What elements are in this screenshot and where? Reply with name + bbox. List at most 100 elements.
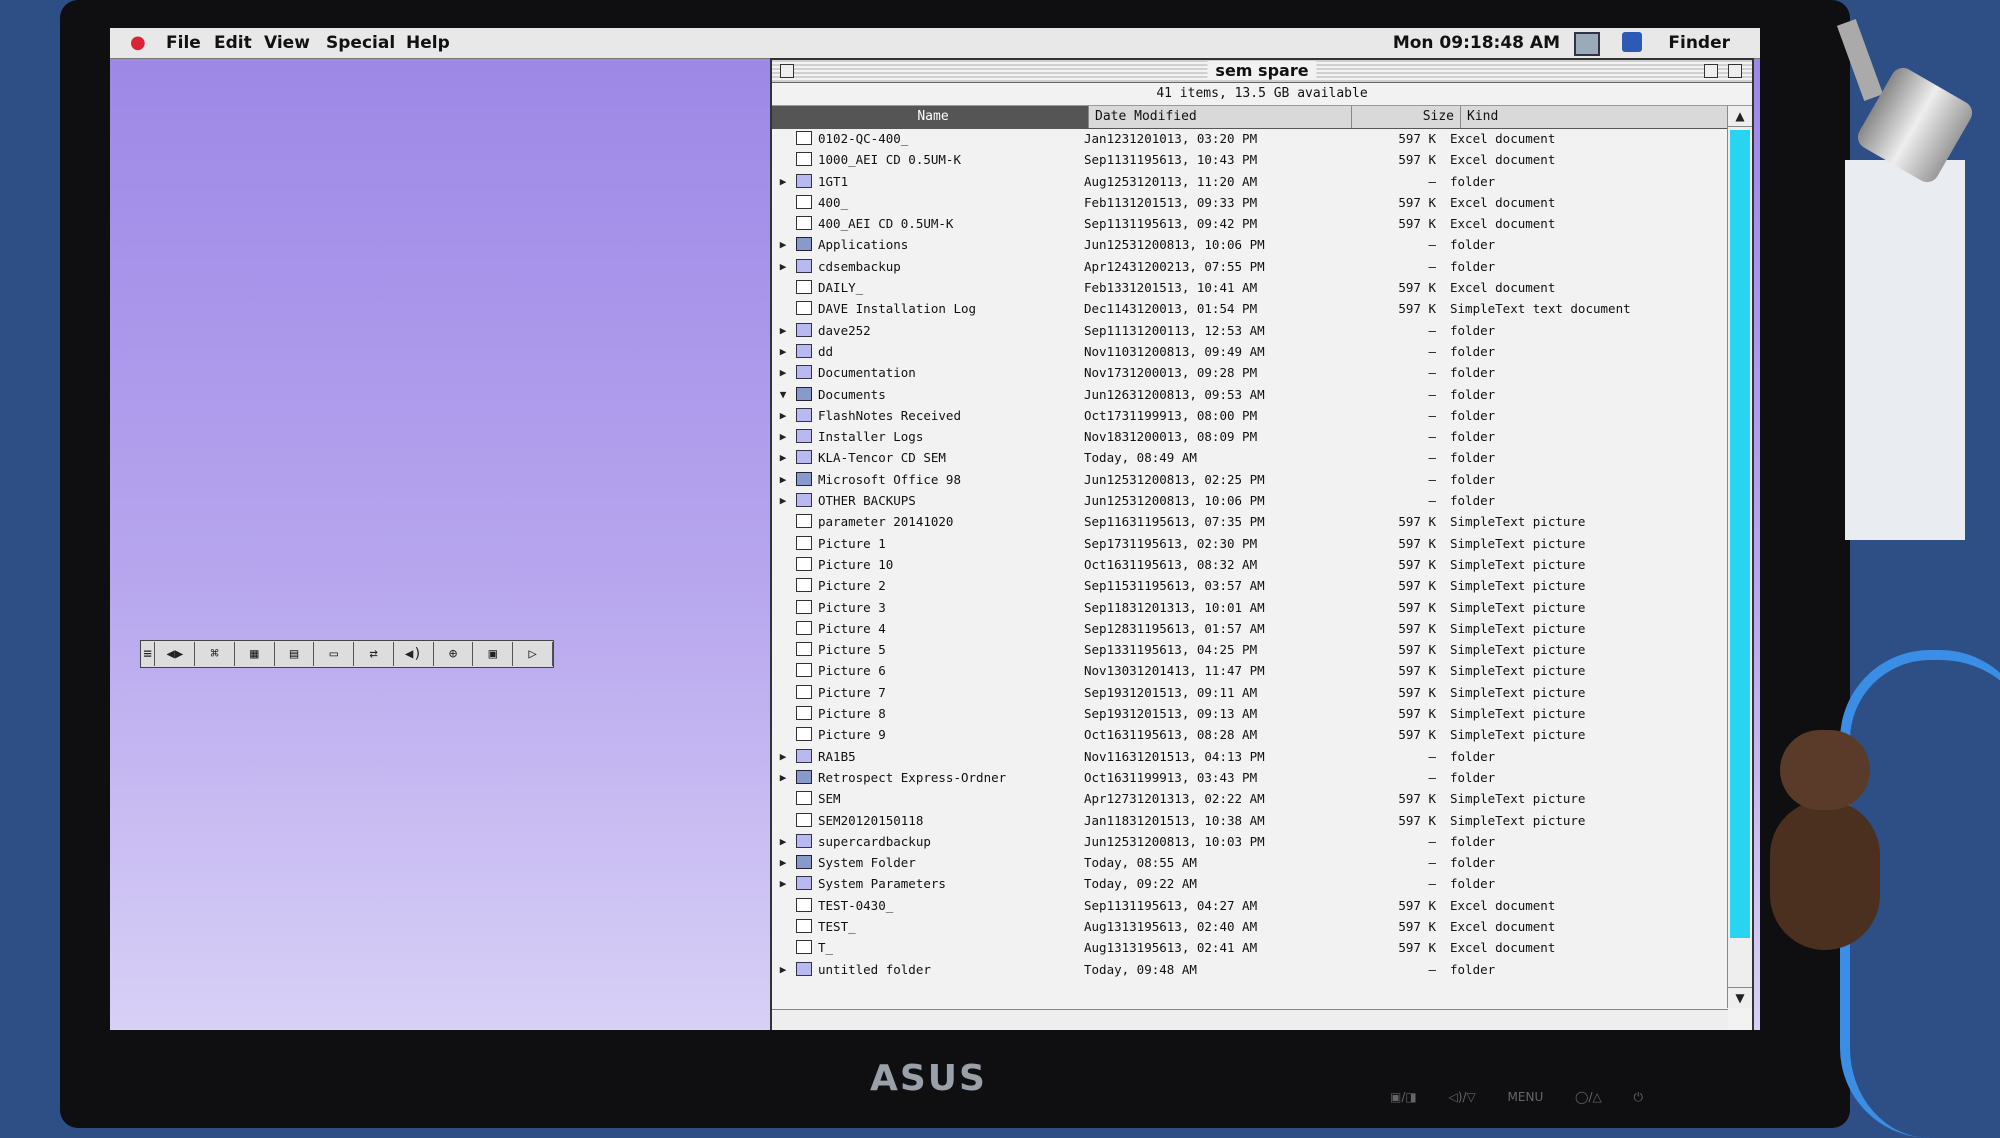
menu-view[interactable]: View [264,33,310,53]
menu-help[interactable]: Help [406,33,450,53]
apple-menu-icon[interactable]: ● [130,32,146,53]
control-strip-module-icon[interactable]: ⇄ [354,642,394,666]
column-size[interactable]: Size [1352,106,1461,128]
document-icon [796,301,812,316]
file-row[interactable]: parameter 20141020 Sep11631195613, 07:35 … [772,511,1726,532]
file-size: 597 K [1398,194,1436,210]
control-strip-module-icon[interactable]: ◀▶ [155,642,196,666]
file-row[interactable]: Picture 5 Sep1331195613, 04:25 PM 597 K Sim… [772,639,1726,660]
column-kind[interactable]: Kind [1461,106,1752,128]
file-row[interactable]: ▶ supercardbackup Jun12531200813, 10:03 PM… [772,831,1726,852]
document-icon [796,131,812,145]
scroll-up-arrow-icon[interactable]: ▲ [1728,106,1752,127]
file-row[interactable]: ▶ 1GT1 Aug1253120113, 11:20 AM — folder [772,171,1726,192]
file-row[interactable]: ▶ Retrospect Express-Ordner Oct1631199913,… [772,767,1726,788]
file-row[interactable]: ▶ Microsoft Office 98 Jun12531200813, 02:2… [772,469,1726,490]
column-date-modified[interactable]: Date Modified [1089,106,1352,128]
file-row[interactable]: TEST_ Aug1313195613, 02:40 AM 597 K Excel d… [772,916,1726,937]
application-switcher-icon[interactable] [1574,32,1600,56]
file-row[interactable]: DAILY_ Feb1331201513, 10:41 AM 597 K Excel … [772,277,1726,298]
application-menu[interactable]: Finder [1668,33,1730,53]
disclosure-triangle-icon[interactable]: ▶ [772,256,794,277]
file-date-modified: Sep1331195613, 04:25 PM [1084,642,1258,658]
control-strip-module-icon[interactable]: ⌘ [195,642,235,666]
disclosure-triangle-icon[interactable]: ▶ [772,362,794,383]
disclosure-triangle-icon[interactable]: ▶ [772,426,794,447]
file-row[interactable]: T_ Aug1313195613, 02:41 AM 597 K Excel docu… [772,937,1726,958]
menu-edit[interactable]: Edit [214,33,252,53]
column-name[interactable]: Name [772,106,1089,128]
disclosure-triangle-icon[interactable]: ▶ [772,490,794,511]
control-strip-module-icon[interactable]: ▤ [275,642,315,666]
file-date-modified: Sep11831201313, 10:01 AM [1084,599,1265,615]
disclosure-triangle-icon[interactable]: ▶ [772,405,794,426]
file-row[interactable]: Picture 6 Nov13031201413, 11:47 PM 597 K Si… [772,660,1726,681]
file-row[interactable]: 400_ Feb1131201513, 09:33 PM 597 K Excel do… [772,192,1726,213]
file-row[interactable]: 1000_AEI CD 0.5UM-K Sep1131195613, 10:43 … [772,149,1726,170]
disclosure-triangle-icon[interactable]: ▶ [772,171,794,192]
file-row[interactable]: Picture 8 Sep1931201513, 09:13 AM 597 K Sim… [772,703,1726,724]
file-row[interactable]: ▶ Documentation Nov1731200013, 09:28 PM — fo… [772,362,1726,383]
file-row[interactable]: Picture 3 Sep11831201313, 10:01 AM 597 K Si… [772,597,1726,618]
control-strip-module-icon[interactable]: ⊕ [434,642,474,666]
file-name: Picture 5 [818,642,886,658]
file-row[interactable]: Picture 10 Oct1631195613, 08:32 AM 597 K Si… [772,554,1726,575]
scroll-thumb[interactable] [1730,130,1750,938]
file-row[interactable]: ▼ Documents Jun12631200813, 09:53 AM — folde… [772,384,1726,405]
horizontal-scrollbar[interactable] [772,1009,1728,1030]
file-row[interactable]: Picture 2 Sep11531195613, 03:57 AM 597 K Si… [772,575,1726,596]
control-strip-module-icon[interactable]: ▦ [235,642,275,666]
disclosure-triangle-icon[interactable]: ▶ [772,746,794,767]
file-row[interactable]: DAVE Installation Log Dec1143120013, 01:5… [772,298,1726,319]
control-strip-module-icon[interactable]: ▣ [473,642,514,666]
disclosure-triangle-icon[interactable]: ▶ [772,831,794,852]
menu-clock[interactable]: Mon 09:18:48 AM [1393,33,1560,53]
file-row[interactable]: ▶ untitled folder Today, 09:48 AM — folder [772,959,1726,980]
window-title-bar[interactable]: sem spare [772,60,1752,83]
file-row[interactable]: Picture 1 Sep1731195613, 02:30 PM 597 K Sim… [772,533,1726,554]
disclosure-triangle-icon[interactable]: ▶ [772,767,794,788]
finder-icon[interactable] [1622,32,1642,52]
file-row[interactable]: ▶ System Parameters Today, 09:22 AM — folder [772,873,1726,894]
file-row[interactable]: ▶ Installer Logs Nov1831200013, 08:09 PM — f… [772,426,1726,447]
file-row[interactable]: TEST-0430_ Sep1131195613, 04:27 AM 597 K Ex… [772,895,1726,916]
file-row[interactable]: ▶ RA1B5 Nov11631201513, 04:13 PM — folder [772,746,1726,767]
file-row[interactable]: SEM20120150118 Jan11831201513, 10:38 AM 59… [772,810,1726,831]
file-row[interactable]: ▶ System Folder Today, 08:55 AM — folder [772,852,1726,873]
disclosure-triangle-icon[interactable]: ▶ [772,873,794,894]
file-row[interactable]: ▶ OTHER BACKUPS Jun12531200813, 10:06 PM — f… [772,490,1726,511]
menu-file[interactable]: File [166,33,201,53]
file-row[interactable]: ▶ Applications Jun12531200813, 10:06 PM — fo… [772,234,1726,255]
control-strip-module-icon[interactable]: ◀) [394,642,434,666]
file-row[interactable]: ▶ cdsembackup Apr12431200213, 07:55 PM — fol… [772,256,1726,277]
control-strip-module-icon[interactable]: ▭ [314,642,355,666]
disclosure-triangle-icon[interactable]: ▶ [772,234,794,255]
file-row[interactable]: ▶ dave252 Sep11131200113, 12:53 AM — folder [772,320,1726,341]
disclosure-triangle-icon[interactable]: ▶ [772,447,794,468]
file-date-modified: Oct1631195613, 08:32 AM [1084,556,1258,572]
file-row[interactable]: 400_AEI CD 0.5UM-K Sep1131195613, 09:42 P… [772,213,1726,234]
file-row[interactable]: Picture 4 Sep12831195613, 01:57 AM 597 K Si… [772,618,1726,639]
scroll-down-arrow-icon[interactable]: ▼ [1728,987,1752,1008]
disclosure-triangle-icon[interactable]: ▶ [772,320,794,341]
control-strip-module-icon[interactable]: ≡ [141,642,156,666]
collapse-box-icon[interactable] [1728,64,1742,78]
file-row[interactable]: Picture 7 Sep1931201513, 09:11 AM 597 K Sim… [772,682,1726,703]
disclosure-triangle-icon[interactable]: ▶ [772,959,794,980]
file-row[interactable]: ▶ KLA-Tencor CD SEM Today, 08:49 AM — folder [772,447,1726,468]
file-row[interactable]: ▶ FlashNotes Received Oct1731199913, 08:00… [772,405,1726,426]
control-strip-module-icon[interactable]: ▷ [513,642,553,666]
file-row[interactable]: ▶ dd Nov11031200813, 09:49 AM — folder [772,341,1726,362]
file-row[interactable]: 0102-QC-400_ Jan1231201013, 03:20 PM 597 K… [772,128,1726,149]
file-row[interactable]: SEM Apr12731201313, 02:22 AM 597 K SimpleTe… [772,788,1726,809]
menu-special[interactable]: Special [326,33,395,53]
zoom-box-icon[interactable] [1704,64,1718,78]
disclosure-triangle-icon[interactable]: ▶ [772,469,794,490]
file-kind: folder [1450,876,1496,892]
disclosure-triangle-icon[interactable]: ▼ [772,384,794,405]
disclosure-triangle-icon[interactable]: ▶ [772,341,794,362]
disclosure-triangle-icon[interactable]: ▶ [772,852,794,873]
vertical-scrollbar[interactable]: ▲ ▼ [1727,106,1752,1008]
file-row[interactable]: Picture 9 Oct1631195613, 08:28 AM 597 K Sim… [772,724,1726,745]
close-box-icon[interactable] [780,64,794,78]
